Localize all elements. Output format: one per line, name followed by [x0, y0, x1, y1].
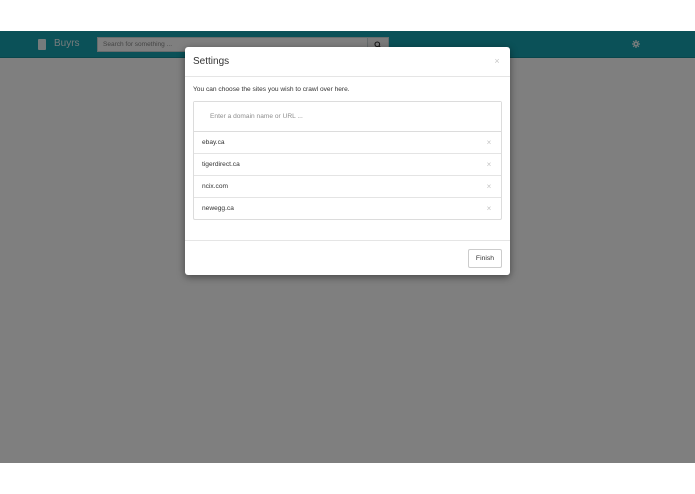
list-item: tigerdirect.ca × — [194, 154, 501, 176]
settings-dialog: Settings × You can choose the sites you … — [185, 47, 510, 275]
site-label: newegg.ca — [202, 205, 234, 212]
close-icon[interactable]: × — [492, 56, 502, 66]
sites-list: ebay.ca × tigerdirect.ca × ncix.com × ne… — [193, 101, 502, 220]
modal-description: You can choose the sites you wish to cra… — [193, 86, 350, 93]
remove-icon[interactable]: × — [485, 205, 493, 213]
remove-icon[interactable]: × — [485, 183, 493, 191]
site-label: ncix.com — [202, 183, 229, 190]
app-window: Buyrs Settings — [0, 31, 695, 463]
modal-header: Settings × — [185, 47, 510, 77]
remove-icon[interactable]: × — [485, 161, 493, 169]
list-item: ncix.com × — [194, 176, 501, 198]
modal-footer: Finish — [185, 240, 510, 275]
list-item: newegg.ca × — [194, 198, 501, 219]
remove-icon[interactable]: × — [485, 139, 493, 147]
list-item: ebay.ca × — [194, 132, 501, 154]
site-label: tigerdirect.ca — [202, 161, 240, 168]
site-label: ebay.ca — [202, 139, 225, 146]
domain-input[interactable] — [194, 102, 501, 132]
finish-button[interactable]: Finish — [468, 249, 502, 268]
modal-title: Settings — [193, 56, 230, 67]
